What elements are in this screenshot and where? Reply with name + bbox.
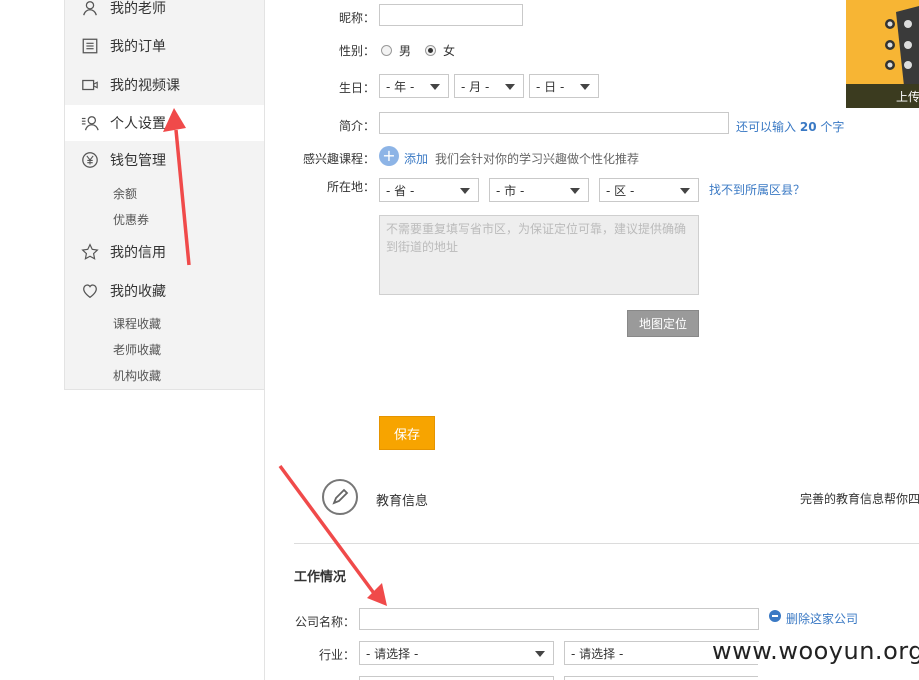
address-placeholder-line-1: 不需要重复填写省市区，为保证定位可靠，建议提供确确 — [386, 222, 687, 236]
chevron-down-icon — [460, 188, 470, 194]
chevron-down-icon — [580, 84, 590, 90]
sidebar-item-my-video-courses[interactable]: 我的视频课 — [65, 67, 265, 103]
district-select[interactable]: - 区 - — [599, 178, 699, 202]
nickname-input[interactable] — [379, 4, 523, 26]
star-icon — [80, 242, 100, 262]
birthday-day-select[interactable]: - 日 - — [529, 74, 599, 98]
sidebar-item-label: 个人设置 — [110, 116, 166, 132]
industry-label: 行业： — [318, 648, 355, 662]
sidebar-item-label: 我的信用 — [110, 245, 166, 261]
sidebar-item-personal-settings[interactable]: 个人设置 — [65, 105, 265, 141]
birthday-month-value: - 月 - — [461, 79, 490, 94]
gender-label: 性别： — [338, 44, 375, 58]
location-missing-link[interactable]: 找不到所属区县？ — [709, 181, 805, 198]
intro-char-hint: 还可以输入 20 个字 — [736, 118, 844, 135]
avatar-upload-bar[interactable]: 上传 — [846, 84, 919, 108]
plus-icon[interactable]: + — [379, 146, 399, 166]
city-select[interactable]: - 市 - — [489, 178, 589, 202]
chevron-down-icon — [535, 651, 545, 657]
intro-input[interactable] — [379, 112, 729, 134]
intro-hint-suffix: 个字 — [820, 120, 845, 134]
education-hint: 完善的教育信息帮你四 — [800, 492, 919, 506]
sidebar-subitem-coupons[interactable]: 优惠券 — [113, 211, 149, 228]
sidebar-item-my-credit[interactable]: 我的信用 — [65, 234, 265, 270]
yen-icon — [80, 150, 100, 170]
partial-field-left[interactable] — [359, 676, 554, 680]
intro-label: 简介： — [338, 119, 375, 133]
birthday-year-select[interactable]: - 年 - — [379, 74, 449, 98]
map-locate-button[interactable]: 地图定位 — [627, 310, 699, 337]
city-value: - 市 - — [496, 183, 525, 198]
avatar-upload-label: 上传 — [896, 89, 919, 104]
page-left-margin — [0, 0, 64, 680]
sidebar-item-label: 我的老师 — [110, 1, 166, 17]
sidebar-item-wallet[interactable]: 钱包管理 — [65, 142, 265, 178]
interest-label: 感兴趣课程： — [302, 152, 375, 166]
chevron-down-icon — [505, 84, 515, 90]
birthday-day-value: - 日 - — [536, 79, 565, 94]
watermark-text: www.wooyun.org — [712, 637, 919, 665]
industry-select-secondary-value: - 请选择 - — [571, 646, 624, 661]
province-select[interactable]: - 省 - — [379, 178, 479, 202]
sidebar-item-my-teachers[interactable]: 我的老师 — [65, 0, 265, 26]
delete-company-link[interactable]: 删除这家公司 — [786, 610, 858, 627]
sidebar-item-label: 我的视频课 — [110, 78, 180, 94]
gender-female-radio[interactable] — [425, 45, 436, 56]
birthday-year-value: - 年 - — [386, 79, 415, 94]
sidebar: 我的老师 我的订单 我的视频课 个人设置 钱包管理 余额 优惠券 我的信用 我的… — [64, 0, 265, 390]
gender-female-label: 女 — [443, 44, 456, 58]
interest-hint: 我们会针对你的学习兴趣做个性化推荐 — [435, 152, 640, 166]
sidebar-subitem-teacher-favorites[interactable]: 老师收藏 — [113, 341, 161, 358]
heart-icon — [80, 281, 100, 301]
address-textarea[interactable]: 不需要重复填写省市区，为保证定位可靠，建议提供确确 到街道的地址 — [379, 215, 699, 295]
chevron-down-icon — [570, 188, 580, 194]
birthday-month-select[interactable]: - 月 - — [454, 74, 524, 98]
partial-field-right[interactable] — [564, 676, 759, 680]
section-divider — [294, 543, 919, 544]
content-divider-line — [264, 0, 265, 680]
nickname-label: 昵称： — [338, 11, 375, 25]
gender-male-radio[interactable] — [381, 45, 392, 56]
minus-circle-icon[interactable] — [769, 610, 781, 622]
location-label: 所在地： — [326, 180, 375, 194]
province-value: - 省 - — [386, 183, 415, 198]
pencil-icon[interactable] — [322, 479, 358, 515]
intro-hint-prefix: 还可以输入 — [736, 120, 797, 134]
education-title: 教育信息 — [376, 494, 429, 509]
sidebar-item-label: 我的订单 — [110, 39, 166, 55]
industry-select-primary[interactable]: - 请选择 - — [359, 641, 554, 665]
sidebar-item-my-favorites[interactable]: 我的收藏 — [65, 273, 265, 309]
sidebar-item-label: 我的收藏 — [110, 284, 166, 300]
birthday-label: 生日： — [338, 81, 375, 95]
sidebar-item-label: 钱包管理 — [110, 153, 166, 169]
sidebar-subitem-course-favorites[interactable]: 课程收藏 — [113, 315, 161, 332]
avatar-upload[interactable]: 上传 — [846, 0, 919, 108]
sidebar-item-my-orders[interactable]: 我的订单 — [65, 28, 265, 64]
district-value: - 区 - — [606, 183, 635, 198]
save-button[interactable]: 保存 — [379, 416, 435, 450]
interest-add-link[interactable]: 添加 — [404, 150, 428, 167]
sidebar-subitem-institution-favorites[interactable]: 机构收藏 — [113, 367, 161, 384]
video-icon — [80, 75, 100, 95]
chevron-down-icon — [680, 188, 690, 194]
company-label: 公司名称： — [294, 615, 355, 629]
user-icon — [80, 0, 100, 18]
sidebar-subitem-balance[interactable]: 余额 — [113, 185, 137, 202]
user-settings-icon — [80, 113, 100, 133]
work-section-title: 工作情况 — [294, 570, 347, 585]
industry-select-primary-value: - 请选择 - — [366, 646, 419, 661]
company-name-input[interactable] — [359, 608, 759, 630]
chevron-down-icon — [430, 84, 440, 90]
address-placeholder-line-2: 到街道的地址 — [386, 240, 459, 254]
gender-male-label: 男 — [399, 44, 412, 58]
intro-hint-count: 20 — [799, 120, 817, 134]
list-icon — [80, 36, 100, 56]
